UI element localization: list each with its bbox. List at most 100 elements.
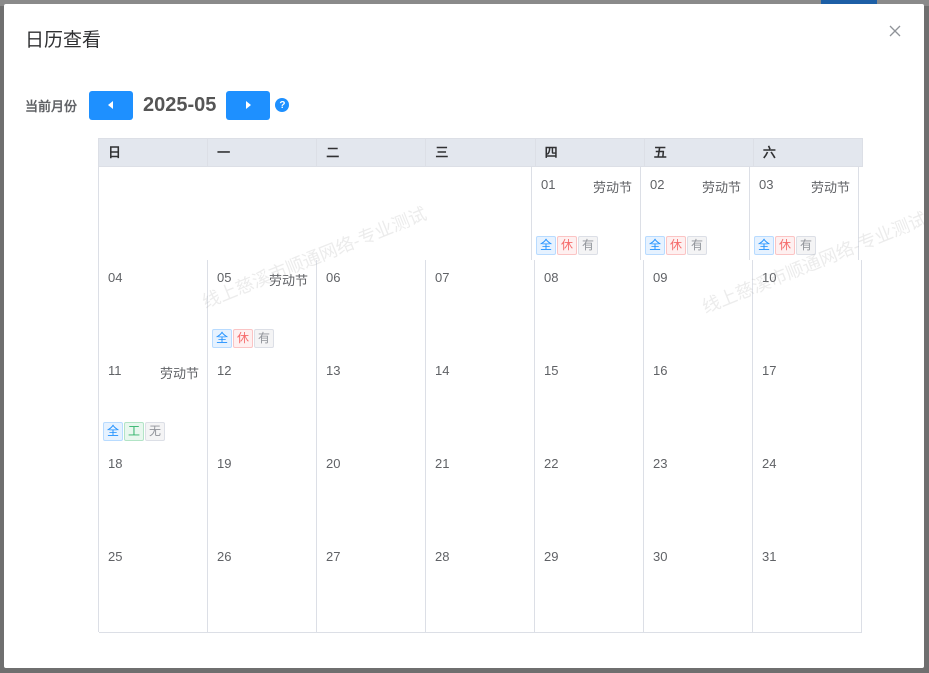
tag-rest: 休	[557, 236, 578, 255]
prev-month-button[interactable]	[89, 90, 134, 120]
tag-has: 有	[796, 236, 817, 255]
day-cell[interactable]: 01 劳动节 全 休 有	[532, 167, 641, 261]
tag-rest: 休	[666, 236, 687, 255]
calendar-week: 25 26 27 28 29 30 31	[99, 539, 863, 633]
day-number: 13	[326, 363, 341, 378]
day-cell[interactable]: 24	[753, 446, 862, 540]
calendar-week: 11 劳动节 全 工 无 12 13 14 15 16 17	[99, 353, 863, 447]
weekday-header: 日 一 二 三 四 五 六	[99, 139, 863, 167]
tag-has: 有	[578, 236, 599, 255]
holiday-label: 劳动节	[701, 180, 741, 195]
day-cell[interactable]: 02 劳动节 全 休 有	[641, 167, 750, 261]
weekday-sun: 日	[99, 139, 209, 167]
day-cell[interactable]: 04	[99, 260, 208, 354]
day-number: 25	[108, 549, 123, 564]
day-cell[interactable]: 19	[208, 446, 317, 540]
day-cell[interactable]: 12	[208, 353, 317, 447]
calendar-week: 18 19 20 21 22 23 24	[99, 446, 863, 540]
tag-full: 全	[103, 422, 124, 441]
day-cell[interactable]: 20	[317, 446, 426, 540]
day-cell[interactable]: 08	[535, 260, 644, 354]
day-cell[interactable]: 30	[644, 539, 753, 633]
day-number: 20	[326, 456, 341, 471]
day-cell[interactable]: 27	[317, 539, 426, 633]
day-tags: 全 休 有	[212, 329, 275, 348]
day-number: 24	[762, 456, 777, 471]
caret-right-icon	[246, 101, 252, 109]
day-number: 31	[762, 549, 777, 564]
day-cell[interactable]: 13	[317, 353, 426, 447]
weekday-thu: 四	[535, 139, 645, 167]
day-tags: 全 休 有	[536, 236, 599, 255]
day-cell[interactable]: 05 劳动节 全 休 有	[208, 260, 317, 354]
day-number: 01	[541, 177, 556, 192]
holiday-label: 劳动节	[159, 366, 199, 381]
day-cell[interactable]: 29	[535, 539, 644, 633]
tag-has: 有	[687, 236, 708, 255]
day-cell[interactable]: 11 劳动节 全 工 无	[99, 353, 208, 447]
day-number: 12	[217, 363, 232, 378]
day-cell[interactable]: 31	[753, 539, 862, 633]
day-cell[interactable]: 18	[99, 446, 208, 540]
day-number: 03	[759, 177, 774, 192]
day-cell[interactable]: 25	[99, 539, 208, 633]
day-number: 07	[435, 270, 450, 285]
day-cell[interactable]: 09	[644, 260, 753, 354]
day-cell[interactable]: 14	[426, 353, 535, 447]
day-cell[interactable]: 07	[426, 260, 535, 354]
tag-work: 工	[124, 422, 145, 441]
weekday-wed: 三	[426, 139, 536, 167]
weekday-tue: 二	[317, 139, 427, 167]
next-month-button[interactable]	[226, 90, 271, 120]
day-cell[interactable]: 16	[644, 353, 753, 447]
day-tags: 全 工 无	[103, 422, 166, 441]
day-cell[interactable]: 28	[426, 539, 535, 633]
tag-full: 全	[754, 236, 775, 255]
day-number: 29	[544, 549, 559, 564]
holiday-label: 劳动节	[810, 180, 850, 195]
tag-rest: 休	[775, 236, 796, 255]
day-number: 19	[217, 456, 232, 471]
day-tags: 全 休 有	[645, 236, 708, 255]
day-number: 06	[326, 270, 341, 285]
help-icon[interactable]: ?	[275, 98, 290, 112]
day-cell[interactable]: 10	[753, 260, 862, 354]
day-number: 14	[435, 363, 450, 378]
day-cell[interactable]: 23	[644, 446, 753, 540]
tag-has: 有	[254, 329, 275, 348]
day-number: 02	[650, 177, 665, 192]
day-number: 18	[108, 456, 123, 471]
day-number: 16	[653, 363, 668, 378]
month-toolbar: 当前月份 2025-05 ?	[25, 90, 290, 120]
current-month-value: 2025-05	[143, 93, 217, 116]
day-tags: 全 休 有	[754, 236, 817, 255]
weekday-mon: 一	[208, 139, 318, 167]
day-cell[interactable]: 21	[426, 446, 535, 540]
day-cell[interactable]: 22	[535, 446, 644, 540]
empty-day-cell	[99, 167, 207, 261]
day-number: 04	[108, 270, 123, 285]
day-cell[interactable]: 06	[317, 260, 426, 354]
day-number: 26	[217, 549, 232, 564]
holiday-label: 劳动节	[268, 273, 308, 288]
calendar-dialog: 日历查看 当前月份 2025-05 ? 日 一 二 三 四 五 六 01 劳动节…	[4, 4, 924, 668]
day-cell[interactable]: 26	[208, 539, 317, 633]
day-cell[interactable]: 15	[535, 353, 644, 447]
caret-left-icon	[108, 101, 114, 109]
day-number: 15	[544, 363, 559, 378]
day-number: 27	[326, 549, 341, 564]
day-number: 22	[544, 456, 559, 471]
day-cell[interactable]: 03 劳动节 全 休 有	[750, 167, 859, 261]
day-number: 10	[762, 270, 777, 285]
dialog-title: 日历查看	[25, 30, 102, 51]
calendar-week: 04 05 劳动节 全 休 有 06 07 08 09 10	[99, 260, 863, 354]
day-number: 28	[435, 549, 450, 564]
day-cell[interactable]: 17	[753, 353, 862, 447]
tag-none: 无	[145, 422, 166, 441]
day-number: 11	[108, 363, 122, 378]
tag-full: 全	[645, 236, 666, 255]
weekday-sat: 六	[753, 139, 863, 167]
day-number: 09	[653, 270, 668, 285]
close-icon[interactable]	[888, 24, 904, 40]
day-number: 23	[653, 456, 668, 471]
